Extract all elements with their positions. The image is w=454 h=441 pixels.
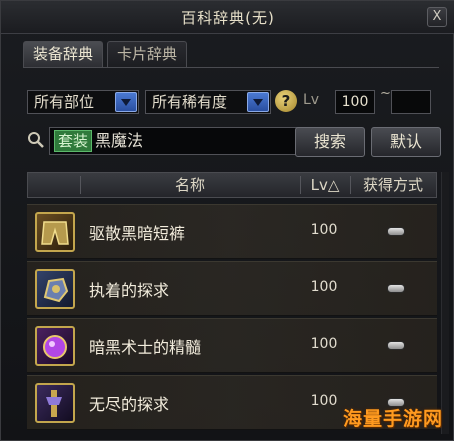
- tab-cards[interactable]: 卡片辞典: [107, 41, 188, 67]
- search-query: 黑魔法: [95, 131, 144, 150]
- tab-bar: 装备辞典 卡片辞典: [23, 41, 188, 67]
- column-header-level[interactable]: Lv△: [300, 173, 350, 197]
- obtain-method-icon[interactable]: [387, 284, 405, 293]
- search-button[interactable]: 搜索: [295, 127, 365, 157]
- default-button[interactable]: 默认: [371, 127, 441, 157]
- search-input[interactable]: 套装 黑魔法: [49, 127, 311, 155]
- close-button[interactable]: X: [427, 7, 447, 27]
- item-level: 100: [310, 279, 338, 295]
- table-row[interactable]: 执着的探求 100: [27, 261, 437, 316]
- search-icon: [28, 132, 44, 148]
- shorts-icon: [35, 212, 75, 252]
- column-header-name[interactable]: 名称: [80, 173, 300, 197]
- gauntlet-icon: [35, 269, 75, 309]
- obtain-method-icon[interactable]: [387, 227, 405, 236]
- staff-icon: [35, 383, 75, 423]
- purple-orb-icon: [35, 326, 75, 366]
- tab-divider: [23, 67, 439, 68]
- part-dropdown-value: 所有部位: [34, 93, 95, 111]
- column-header-obtain[interactable]: 获得方式: [350, 173, 436, 197]
- window-title: 百科辞典(无): [181, 9, 275, 27]
- table-header: 名称 Lv△ 获得方式: [27, 172, 437, 198]
- table-row[interactable]: 驱散黑暗短裤 100: [27, 204, 437, 259]
- item-level: 100: [310, 222, 338, 238]
- table-row[interactable]: 暗黑术士的精髓 100: [27, 318, 437, 373]
- level-label: Lv: [303, 92, 320, 108]
- help-icon[interactable]: ?: [275, 90, 297, 112]
- watermark-logo: 海量手游网: [342, 408, 443, 430]
- header-divider: [80, 176, 81, 194]
- rarity-dropdown-value: 所有稀有度: [152, 93, 228, 111]
- chevron-down-icon[interactable]: [247, 92, 269, 112]
- rarity-dropdown[interactable]: 所有稀有度: [145, 90, 271, 114]
- chevron-down-icon[interactable]: [115, 92, 137, 112]
- item-name: 无尽的探求: [89, 395, 170, 414]
- item-level: 100: [310, 336, 338, 352]
- level-max-input[interactable]: [391, 90, 431, 114]
- item-name: 执着的探求: [89, 281, 170, 300]
- level-range-separator: ~: [380, 86, 391, 101]
- list-scrollbar[interactable]: [441, 172, 449, 434]
- item-name: 暗黑术士的精髓: [89, 338, 202, 357]
- tab-equipment[interactable]: 装备辞典: [23, 41, 104, 67]
- item-name: 驱散黑暗短裤: [89, 224, 186, 243]
- obtain-method-icon[interactable]: [387, 341, 405, 350]
- encyclopedia-window: 百科辞典(无) X 装备辞典 卡片辞典 所有部位 所有稀有度 ? Lv 100 …: [0, 0, 454, 441]
- part-dropdown[interactable]: 所有部位: [27, 90, 139, 114]
- search-tag: 套装: [54, 130, 93, 152]
- title-bar: 百科辞典(无) X: [1, 1, 454, 34]
- level-min-input[interactable]: 100: [335, 90, 375, 114]
